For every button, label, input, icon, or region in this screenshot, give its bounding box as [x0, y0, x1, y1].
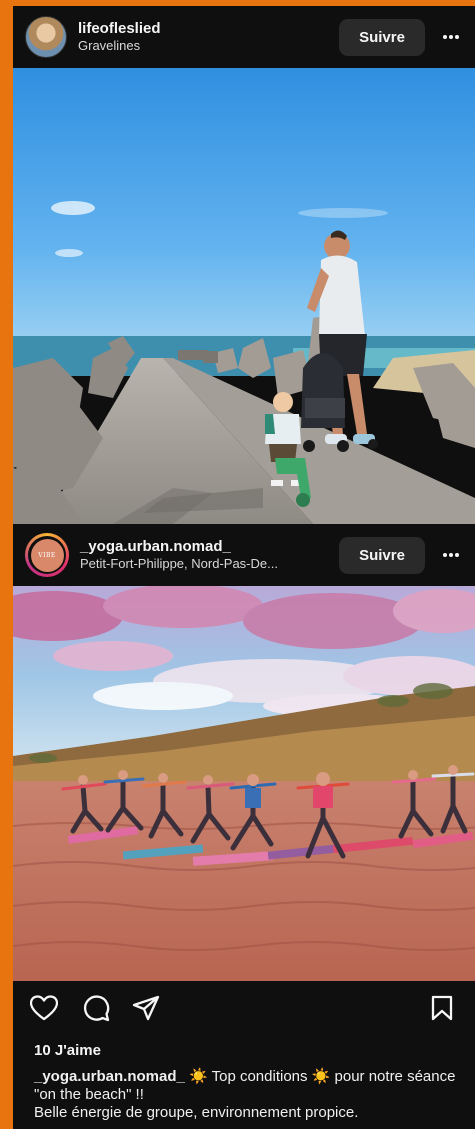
post-user-info: lifeofleslied Gravelines	[78, 20, 339, 54]
username[interactable]: lifeofleslied	[78, 20, 339, 38]
username[interactable]: _yoga.urban.nomad_	[80, 538, 339, 556]
instagram-feed: lifeofleslied Gravelines Suivre VIBE _yo…	[13, 6, 475, 1129]
post-header: lifeofleslied Gravelines Suivre	[13, 6, 475, 68]
post-user-info: _yoga.urban.nomad_ Petit-Fort-Philippe, …	[80, 538, 339, 572]
like-count[interactable]: 10 J'aime	[34, 1042, 101, 1059]
post-header: VIBE _yoga.urban.nomad_ Petit-Fort-Phili…	[13, 524, 475, 586]
follow-button[interactable]: Suivre	[339, 18, 425, 56]
caption-text-2: Belle énergie de groupe, environnement p…	[34, 1104, 359, 1121]
location[interactable]: Gravelines	[78, 38, 323, 54]
location[interactable]: Petit-Fort-Philippe, Nord-Pas-De...	[80, 556, 325, 572]
caption-username[interactable]: _yoga.urban.nomad_	[34, 1068, 185, 1085]
avatar-logo: VIBE	[30, 538, 64, 572]
post-photo[interactable]	[13, 586, 475, 981]
avatar[interactable]	[25, 16, 67, 58]
post-photo[interactable]	[13, 68, 475, 524]
share-icon[interactable]	[131, 993, 161, 1023]
avatar[interactable]: VIBE	[25, 533, 69, 577]
bookmark-icon[interactable]	[427, 993, 457, 1023]
more-horizontal-icon[interactable]	[439, 543, 463, 567]
heart-icon[interactable]	[29, 993, 59, 1023]
post-caption: _yoga.urban.nomad_ ☀️ Top conditions ☀️ …	[34, 1068, 464, 1122]
more-horizontal-icon[interactable]	[439, 25, 463, 49]
post-action-bar	[13, 981, 475, 1035]
follow-button[interactable]: Suivre	[339, 536, 425, 574]
comment-icon[interactable]	[81, 993, 111, 1023]
